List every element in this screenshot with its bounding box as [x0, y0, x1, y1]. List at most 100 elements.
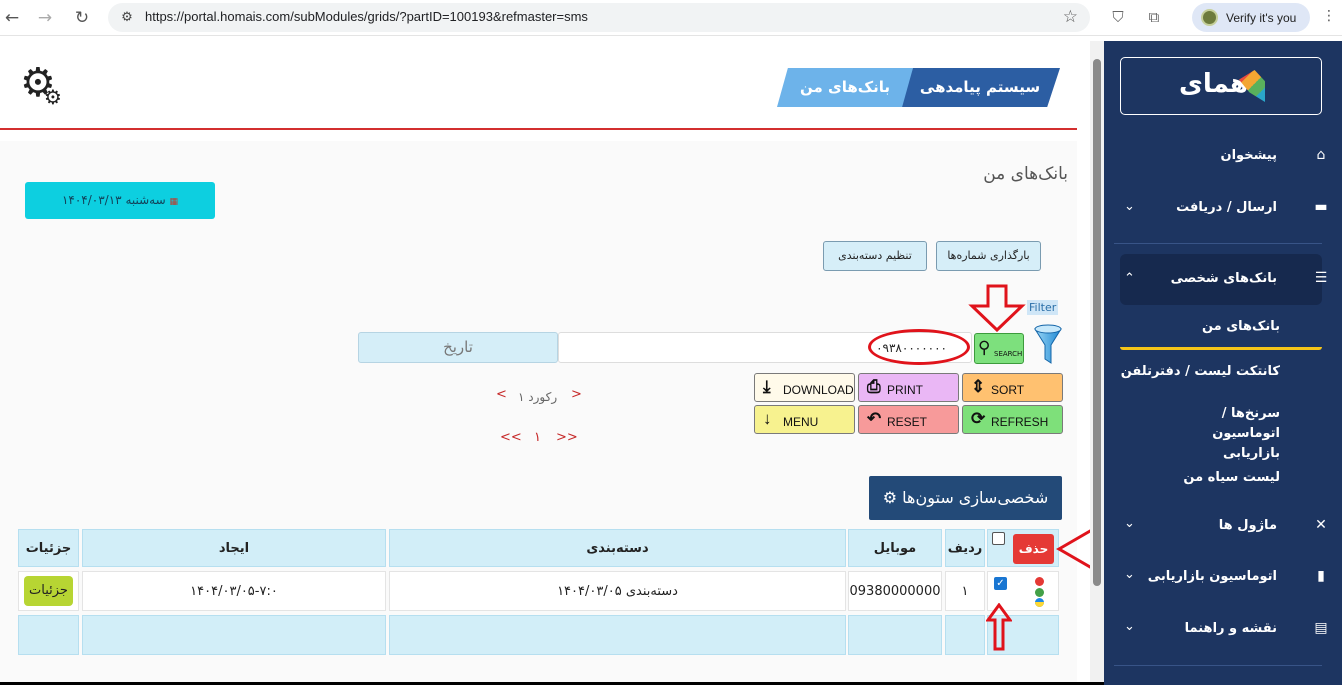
delete-button[interactable]: حذف	[1013, 534, 1054, 564]
arrow-down-icon: ↓	[763, 409, 772, 428]
back-arrow-icon[interactable]: ←	[0, 6, 24, 30]
undo-icon: ↶	[867, 409, 882, 428]
printer-icon: ⎙	[867, 377, 881, 396]
menu-button[interactable]: ↓ MENU	[754, 405, 855, 434]
chevron-up-icon[interactable]: ⌃	[1124, 271, 1135, 286]
shield-icon[interactable]: ⛉	[1108, 7, 1128, 27]
header-details: جزئیات	[18, 529, 79, 567]
sidebar-sub-blacklist[interactable]: لیست سیاه من	[1183, 468, 1280, 488]
sidebar-item-map-guide[interactable]: نقشه و راهنما	[1185, 621, 1277, 636]
reload-icon[interactable]: ↻	[70, 6, 94, 30]
sidebar-item-dashboard[interactable]: پیشخوان	[1221, 148, 1278, 163]
sidebar-sub-leads[interactable]: سرنخ‌ها / اتوماسیون بازاریابی	[1160, 404, 1280, 464]
upload-numbers-button[interactable]: بارگذاری شماره‌ها	[936, 241, 1041, 271]
sort-button[interactable]: ⇕ SORT	[962, 373, 1063, 402]
row-checkbox[interactable]: ✓	[994, 577, 1007, 590]
chevron-down-icon[interactable]: ⌄	[1124, 199, 1135, 214]
active-indicator	[1120, 347, 1322, 350]
set-category-button[interactable]: تنظیم دسته‌بندی	[823, 241, 927, 271]
url-text[interactable]: https://portal.homais.com/subModules/gri…	[145, 9, 588, 24]
logo[interactable]: همای	[1120, 57, 1322, 115]
sidebar-divider	[1114, 243, 1322, 244]
header-tab-banks[interactable]: بانک‌های من	[777, 68, 913, 107]
header-created[interactable]: ایجاد	[82, 529, 386, 567]
date-badge: سه‌شنبه ۱۴۰۴/۰۳/۱۳ ▦	[25, 182, 215, 219]
search-icon: ⚲	[978, 338, 991, 358]
sort-icon: ⇕	[971, 377, 986, 396]
tools-icon: ✕	[1315, 517, 1327, 533]
annotation-ellipse	[868, 329, 970, 365]
annotation-arrow-up-icon	[986, 603, 1012, 651]
sidebar-item-send-receive[interactable]: ارسال / دریافت	[1176, 200, 1277, 215]
page-scrollbar[interactable]	[1090, 41, 1104, 685]
sidebar-item-personal-banks[interactable]: بانک‌های شخصی	[1171, 271, 1277, 286]
header-divider	[0, 128, 1077, 130]
pager-next[interactable]: >	[571, 387, 582, 402]
chevron-down-icon[interactable]: ⌄	[1124, 619, 1135, 634]
table-empty-cell	[82, 615, 386, 655]
home-icon: ⌂	[1316, 147, 1326, 163]
site-settings-icon[interactable]: ⚙	[118, 9, 136, 27]
date-filter-input[interactable]: تاریخ	[358, 332, 558, 363]
print-button[interactable]: ⎙ PRINT	[858, 373, 959, 402]
small-gear-icon: ⚙	[44, 85, 62, 109]
sidebar-sub-my-banks[interactable]: بانک‌های من	[1202, 317, 1280, 337]
pager-prev[interactable]: <	[496, 387, 507, 402]
pager-last[interactable]: >>	[556, 430, 578, 445]
sidebar-item-marketing-automation[interactable]: اتوماسیون بازاریابی	[1148, 569, 1277, 584]
refresh-button[interactable]: ⟳ REFRESH	[962, 405, 1063, 434]
status-dot-green	[1035, 588, 1044, 597]
print-label: PRINT	[887, 383, 923, 397]
header-tab-system[interactable]: سیستم پیامدهی	[900, 68, 1060, 107]
address-bar[interactable]: ⚙ https://portal.homais.com/subModules/g…	[108, 3, 1090, 32]
header-category[interactable]: دسته‌بندی	[389, 529, 846, 567]
chevron-down-icon[interactable]: ⌄	[1124, 516, 1135, 531]
bookmark-star-icon[interactable]: ☆	[1063, 7, 1078, 27]
table-cell-category: دسته‌بندی ۱۴۰۴/۰۳/۰۵	[389, 571, 846, 611]
profile-avatar	[1201, 9, 1218, 26]
browser-toolbar: ← → ↻ ⚙ https://portal.homais.com/subMod…	[0, 0, 1342, 36]
pager-page[interactable]: ۱	[534, 430, 541, 445]
search-label: SEARCH	[994, 350, 1023, 358]
funnel-filter-icon[interactable]	[1033, 319, 1063, 367]
database-icon: ☰	[1314, 270, 1328, 286]
pager-first[interactable]: <<	[500, 430, 522, 445]
chevron-down-icon[interactable]: ⌄	[1124, 567, 1135, 582]
date-label: سه‌شنبه ۱۴۰۴/۰۳/۱۳	[61, 193, 166, 207]
header-row: ردیف	[945, 529, 985, 567]
reset-button[interactable]: ↶ RESET	[858, 405, 959, 434]
chart-icon: ▮	[1317, 568, 1325, 584]
sidebar-item-modules[interactable]: ماژول ها	[1219, 518, 1277, 533]
table-cell-created: ۱۴۰۴/۰۳/۰۵-۷:۰	[82, 571, 386, 611]
refresh-icon: ⟳	[971, 409, 986, 428]
refresh-label: REFRESH	[991, 415, 1049, 429]
kebab-menu-icon[interactable]: ⋮	[1322, 8, 1336, 24]
table-cell-row: ۱	[945, 571, 985, 611]
header-mobile[interactable]: موبایل	[848, 529, 942, 567]
record-count: ۱ رکورد	[518, 390, 558, 404]
status-dot-red	[1035, 577, 1044, 586]
table-cell-mobile: 09380000000	[848, 571, 942, 611]
main-content: ⚙ ⚙ سیستم پیامدهی بانک‌های من بانک‌های م…	[0, 41, 1178, 685]
scrollbar-thumb[interactable]	[1093, 59, 1101, 586]
forward-arrow-icon[interactable]: →	[33, 6, 57, 30]
download-label: DOWNLOAD	[783, 383, 854, 397]
table-empty-cell	[389, 615, 846, 655]
table-empty-cell	[18, 615, 79, 655]
logo-text: همای	[1179, 69, 1249, 99]
message-icon: ▬	[1314, 199, 1328, 215]
table-empty-cell	[848, 615, 942, 655]
sidebar-sub-contacts[interactable]: کانتکت لیست / دفترتلفن	[1121, 362, 1280, 382]
extensions-icon[interactable]: ⧉	[1144, 7, 1164, 27]
page-title: بانک‌های من	[983, 164, 1068, 184]
download-button[interactable]: ⤓ DOWNLOAD	[754, 373, 855, 402]
calendar-icon: ▦	[169, 197, 179, 207]
customize-columns-button[interactable]: ⚙ شخصی‌سازی ستون‌ها	[869, 476, 1062, 520]
sort-label: SORT	[991, 383, 1025, 397]
select-all-checkbox[interactable]	[992, 532, 1005, 545]
details-button[interactable]: جزئیات	[24, 576, 73, 606]
menu-label: MENU	[783, 415, 819, 429]
search-button[interactable]: ⚲ SEARCH	[974, 333, 1024, 364]
verify-chip[interactable]: Verify it's you	[1192, 3, 1310, 32]
map-icon: ▤	[1314, 620, 1328, 636]
